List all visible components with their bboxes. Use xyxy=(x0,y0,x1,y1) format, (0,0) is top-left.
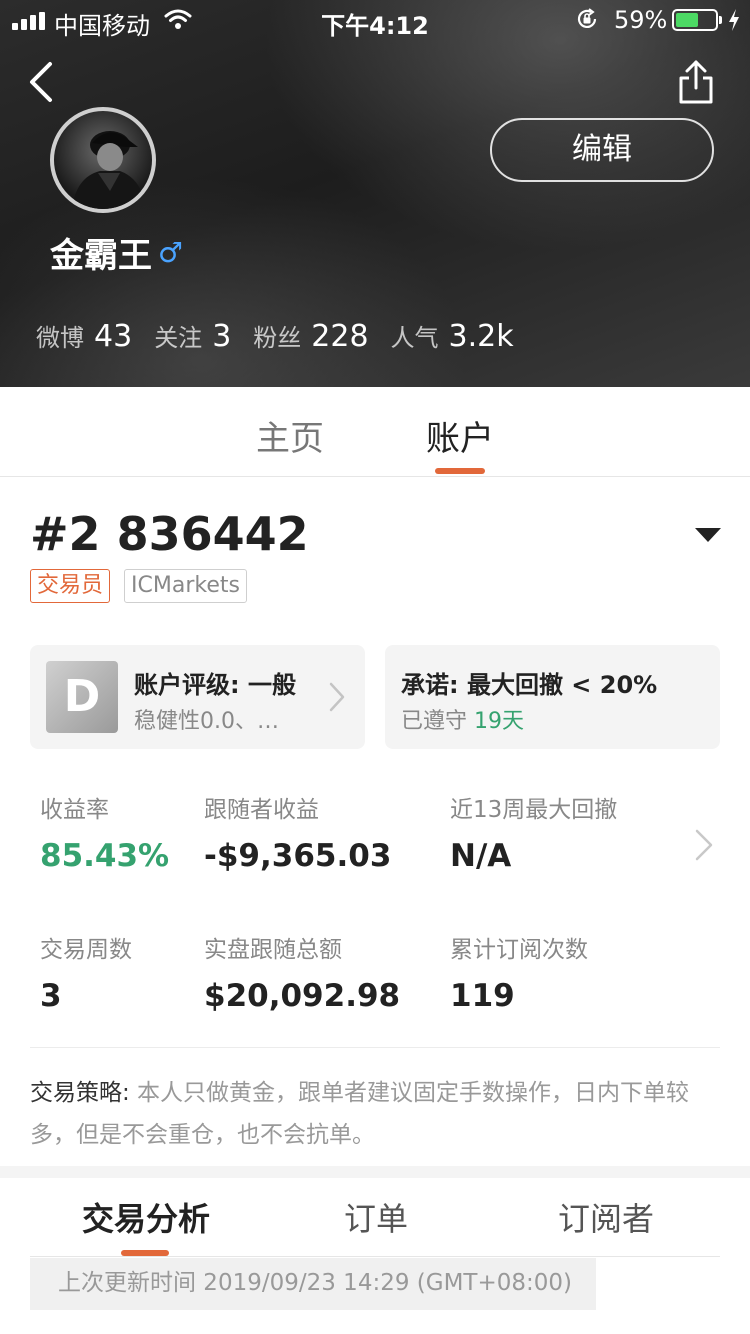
stat-value-posts[interactable]: 43 xyxy=(94,319,132,354)
divider xyxy=(30,1047,720,1048)
stat-label-posts: 微博 xyxy=(36,324,84,352)
charging-bolt-icon xyxy=(729,9,739,31)
profile-stats: 微博 43 关注 3 粉丝 228 人气 3.2k xyxy=(36,318,536,354)
promise-days: 19天 xyxy=(474,709,525,734)
battery-icon xyxy=(672,9,718,31)
account-number: #2 836442 xyxy=(30,507,309,561)
grade-badge: D xyxy=(46,661,118,733)
strategy-label: 交易策略: xyxy=(30,1080,130,1106)
metric-label-return: 收益率 xyxy=(40,797,109,823)
avatar-photo xyxy=(72,131,146,209)
promise-status: 已遵守 19天 xyxy=(401,703,524,735)
sub-tab-bar: 交易分析 订单 订阅者 xyxy=(0,1178,750,1256)
metric-value-live-follow-total: $20,092.98 xyxy=(204,978,401,1014)
strategy-text: 本人只做黄金，跟单者建议固定手数操作，日内下单较多，但是不会重仓，也不会抗单。 xyxy=(30,1080,690,1148)
broker-badge: ICMarkets xyxy=(124,569,247,603)
stat-label-following: 关注 xyxy=(154,324,203,352)
battery-percent: 59% xyxy=(614,6,668,34)
edit-profile-button[interactable]: 编辑 xyxy=(490,118,714,182)
stat-label-popularity: 人气 xyxy=(390,324,439,352)
stat-label-fans: 粉丝 xyxy=(253,324,302,352)
trading-strategy: 交易策略: 本人只做黄金，跟单者建议固定手数操作，日内下单较多，但是不会重仓，也… xyxy=(30,1072,720,1156)
caret-down-icon[interactable] xyxy=(695,528,721,542)
rating-title: 账户评级: 一般 xyxy=(134,671,296,699)
promise-prefix: 已遵守 xyxy=(401,709,468,734)
male-gender-icon: ♂ xyxy=(158,236,184,269)
trader-badge: 交易员 xyxy=(30,569,111,603)
rotation-lock-icon xyxy=(577,8,597,28)
metric-label-subscriptions: 累计订阅次数 xyxy=(450,937,588,963)
metric-label-follower-profit: 跟随者收益 xyxy=(204,797,319,823)
promise-title: 承诺: 最大回撤 < 20% xyxy=(401,671,658,699)
back-arrow-icon[interactable] xyxy=(22,58,62,106)
metric-label-trading-weeks: 交易周数 xyxy=(40,937,132,963)
active-tab-indicator xyxy=(435,468,485,474)
metric-value-trading-weeks: 3 xyxy=(40,978,62,1014)
promise-card[interactable]: 承诺: 最大回撤 < 20% 已遵守 19天 xyxy=(385,645,720,749)
tab-trade-analysis[interactable]: 交易分析 xyxy=(82,1194,210,1240)
stat-value-following[interactable]: 3 xyxy=(212,319,231,354)
tab-subscribers[interactable]: 订阅者 xyxy=(558,1194,654,1240)
chevron-right-icon[interactable] xyxy=(694,828,714,862)
battery-tip xyxy=(719,16,722,24)
chevron-right-icon xyxy=(329,682,345,712)
tab-home[interactable]: 主页 xyxy=(256,411,324,460)
profile-header: 中国移动 下午4:12 59% 编辑 金霸王 ♂ 微博 43 关注 3 粉丝 2… xyxy=(0,0,750,387)
rating-subtitle: 稳健性0.0、… xyxy=(134,709,279,734)
account-rating-card[interactable]: D 账户评级: 一般 稳健性0.0、… xyxy=(30,645,365,749)
main-tab-bar: 主页 账户 xyxy=(0,387,750,477)
metric-value-follower-profit: -$9,365.03 xyxy=(204,838,392,874)
username: 金霸王 xyxy=(50,236,152,276)
metric-value-max-drawdown: N/A xyxy=(450,838,512,874)
metric-label-max-drawdown: 近13周最大回撤 xyxy=(450,797,618,823)
metric-value-subscriptions: 119 xyxy=(450,978,515,1014)
tab-orders[interactable]: 订单 xyxy=(344,1194,408,1240)
status-bar: 中国移动 下午4:12 59% xyxy=(0,0,750,40)
section-separator xyxy=(0,1166,750,1178)
stat-value-fans[interactable]: 228 xyxy=(311,319,368,354)
sub-tab-underline xyxy=(30,1256,720,1257)
metric-label-live-follow-total: 实盘跟随总额 xyxy=(204,937,342,963)
metric-value-return: 85.43% xyxy=(40,838,170,874)
share-icon[interactable] xyxy=(674,58,718,106)
avatar[interactable] xyxy=(50,107,156,213)
stat-value-popularity: 3.2k xyxy=(448,319,514,354)
last-update-time: 上次更新时间 2019/09/23 14:29 (GMT+08:00) xyxy=(30,1258,596,1310)
tab-account[interactable]: 账户 xyxy=(426,411,494,460)
